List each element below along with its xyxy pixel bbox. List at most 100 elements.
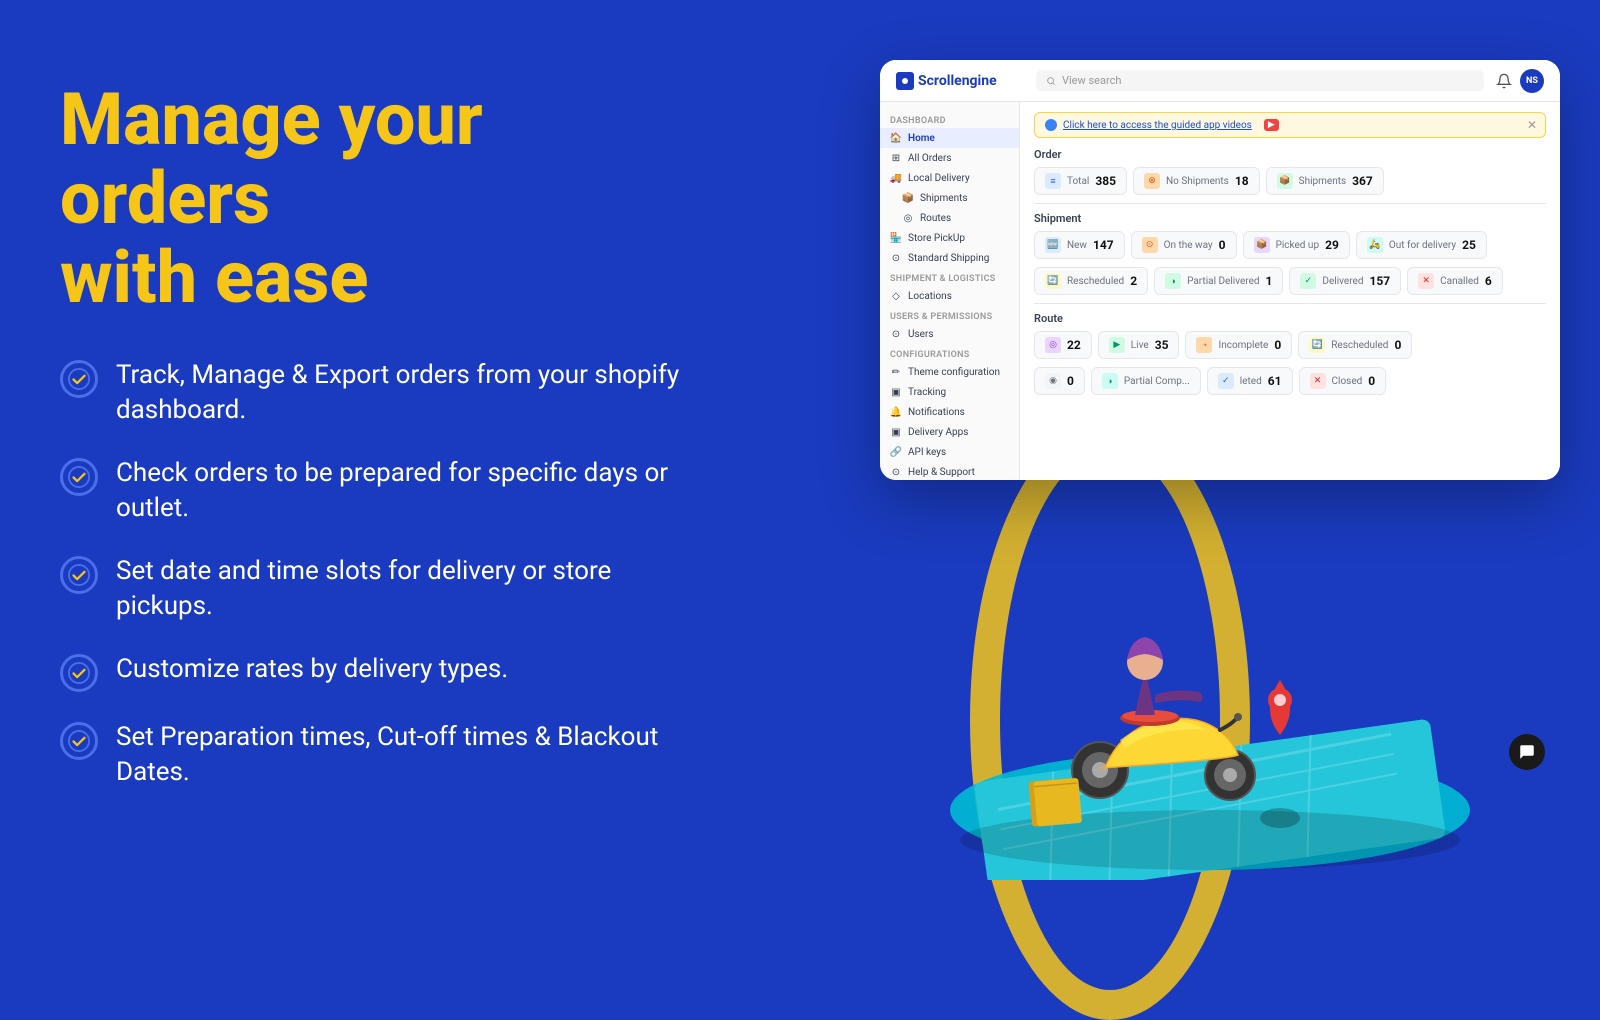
logo-icon <box>896 72 914 90</box>
out-for-delivery-value: 25 <box>1462 238 1476 252</box>
announcement-bar: Click here to access the guided app vide… <box>1034 112 1546 138</box>
location-icon: ◇ <box>890 290 902 302</box>
theme-icon: ✏ <box>890 366 902 378</box>
feature-text-5: Set Preparation times, Cut-off times & B… <box>116 720 680 790</box>
total-icon: ≡ <box>1045 173 1061 189</box>
route2-value: 0 <box>1067 374 1074 388</box>
no-shipments-value: 18 <box>1235 174 1249 188</box>
delivered-value: 157 <box>1369 274 1390 288</box>
close-announcement-button[interactable]: ✕ <box>1527 118 1537 132</box>
sidebar-item-api-keys[interactable]: 🔗 API keys <box>880 442 1019 462</box>
sidebar-routes-label: Routes <box>920 213 951 224</box>
app-header: Scrollengine View search NS <box>880 60 1560 102</box>
main-title: Manage your orders with ease <box>60 80 680 318</box>
orders-icon: ⊞ <box>890 152 902 164</box>
route-section-title: Route <box>1034 312 1546 325</box>
rescheduled-label: Rescheduled <box>1067 276 1124 287</box>
chat-icon <box>1518 743 1536 761</box>
bell-icon <box>1496 73 1512 89</box>
stat-route-2: ◉ 0 <box>1034 367 1085 395</box>
sidebar-notifications-label: Notifications <box>908 407 965 418</box>
route1-value: 22 <box>1067 338 1081 352</box>
cancelled-icon: ✕ <box>1418 273 1434 289</box>
feature-item-5: Set Preparation times, Cut-off times & B… <box>60 720 680 790</box>
shipment-divider <box>1034 303 1546 304</box>
sidebar-locations-label: Locations <box>908 291 952 302</box>
search-bar[interactable]: View search <box>1036 70 1484 91</box>
check-icon-3 <box>60 556 98 594</box>
sidebar-shipments-label: Shipments <box>920 193 968 204</box>
no-shipments-label: No Shipments <box>1166 176 1229 187</box>
no-shipments-icon: ⊗ <box>1144 173 1160 189</box>
sidebar-item-theme-config[interactable]: ✏ Theme configuration <box>880 362 1019 382</box>
sidebar-item-shipments[interactable]: 📦 Shipments <box>880 188 1019 208</box>
truck-icon: 🚚 <box>890 172 902 184</box>
illustration-svg <box>920 540 1500 880</box>
new-icon: 🆕 <box>1045 237 1061 253</box>
stat-delivered: ✓ Delivered 157 <box>1289 267 1401 295</box>
route-rescheduled-value: 0 <box>1394 338 1401 352</box>
live-value: 35 <box>1155 338 1169 352</box>
tracking-icon: ▣ <box>890 386 902 398</box>
stat-completed: ✓ leted 61 <box>1207 367 1293 395</box>
sidebar-item-store-pickup[interactable]: 🏪 Store PickUp <box>880 228 1019 248</box>
stat-route-rescheduled: 🔄 Rescheduled 0 <box>1298 331 1412 359</box>
sidebar-store-pickup-label: Store PickUp <box>908 233 965 244</box>
feature-text-4: Customize rates by delivery types. <box>116 652 508 687</box>
picked-up-label: Picked up <box>1276 240 1320 251</box>
out-for-delivery-icon: 🛵 <box>1367 237 1383 253</box>
route-stats-row-1: ◎ 22 ▶ Live 35 ◔ Incomplete 0 🔄 Reschedu… <box>1034 331 1546 359</box>
cancelled-value: 6 <box>1485 274 1492 288</box>
sidebar-item-tracking[interactable]: ▣ Tracking <box>880 382 1019 402</box>
sidebar-item-home[interactable]: 🏠 Home <box>880 128 1019 148</box>
sidebar-item-help[interactable]: ⊙ Help & Support <box>880 462 1019 480</box>
route-rescheduled-icon: 🔄 <box>1309 337 1325 353</box>
sidebar-item-notifications[interactable]: 🔔 Notifications <box>880 402 1019 422</box>
check-icon-1 <box>60 360 98 398</box>
order-stats-row: ≡ Total 385 ⊗ No Shipments 18 📦 Shipment… <box>1034 167 1546 195</box>
chat-bubble-button[interactable] <box>1509 734 1545 770</box>
stat-partial-delivered: ◑ Partial Delivered 1 <box>1154 267 1283 295</box>
user-avatar[interactable]: NS <box>1520 69 1544 93</box>
search-placeholder-text: View search <box>1062 74 1121 87</box>
shipments-value: 367 <box>1352 174 1373 188</box>
check-icon-2 <box>60 458 98 496</box>
on-the-way-label: On the way <box>1164 240 1213 251</box>
user-icon: ⊙ <box>890 328 902 340</box>
partial-delivered-icon: ◑ <box>1165 273 1181 289</box>
notifications-icon: 🔔 <box>890 406 902 418</box>
app-logo: Scrollengine <box>896 72 1036 90</box>
sidebar-item-local-delivery[interactable]: 🚚 Local Delivery <box>880 168 1019 188</box>
announcement-text[interactable]: Click here to access the guided app vide… <box>1063 120 1252 131</box>
announcement-dot <box>1045 119 1057 131</box>
stat-cancelled: ✕ Canalled 6 <box>1407 267 1503 295</box>
check-icon-5 <box>60 722 98 760</box>
help-icon: ⊙ <box>890 466 902 478</box>
on-the-way-value: 0 <box>1219 238 1226 252</box>
incomplete-value: 0 <box>1274 338 1281 352</box>
sidebar-label-config: Configurations <box>880 344 1019 362</box>
sidebar-tracking-label: Tracking <box>908 387 946 398</box>
new-value: 147 <box>1093 238 1114 252</box>
shipments-stat-icon: 📦 <box>1277 173 1293 189</box>
main-content: Click here to access the guided app vide… <box>1020 102 1560 480</box>
sidebar-item-standard-shipping[interactable]: ⊙ Standard Shipping <box>880 248 1019 268</box>
sidebar-all-orders-label: All Orders <box>908 153 952 164</box>
shipment-stats-row-2: 🔄 Rescheduled 2 ◑ Partial Delivered 1 ✓ … <box>1034 267 1546 295</box>
live-label: Live <box>1131 340 1149 351</box>
sidebar-item-users[interactable]: ⊙ Users <box>880 324 1019 344</box>
shipments-icon: 📦 <box>902 192 914 204</box>
video-badge[interactable]: ▶ <box>1264 119 1279 131</box>
stat-out-for-delivery: 🛵 Out for delivery 25 <box>1356 231 1487 259</box>
sidebar-item-all-orders[interactable]: ⊞ All Orders <box>880 148 1019 168</box>
routes-icon: ◎ <box>902 212 914 224</box>
home-icon: 🏠 <box>890 132 902 144</box>
sidebar-item-delivery-apps[interactable]: ▣ Delivery Apps <box>880 422 1019 442</box>
incomplete-label: Incomplete <box>1218 340 1268 351</box>
sidebar-item-locations[interactable]: ◇ Locations <box>880 286 1019 306</box>
store-icon: 🏪 <box>890 232 902 244</box>
sidebar-item-routes[interactable]: ◎ Routes <box>880 208 1019 228</box>
stat-new: 🆕 New 147 <box>1034 231 1125 259</box>
closed-label: Closed <box>1332 376 1363 387</box>
left-panel: Manage your orders with ease Track, Mana… <box>60 80 680 790</box>
